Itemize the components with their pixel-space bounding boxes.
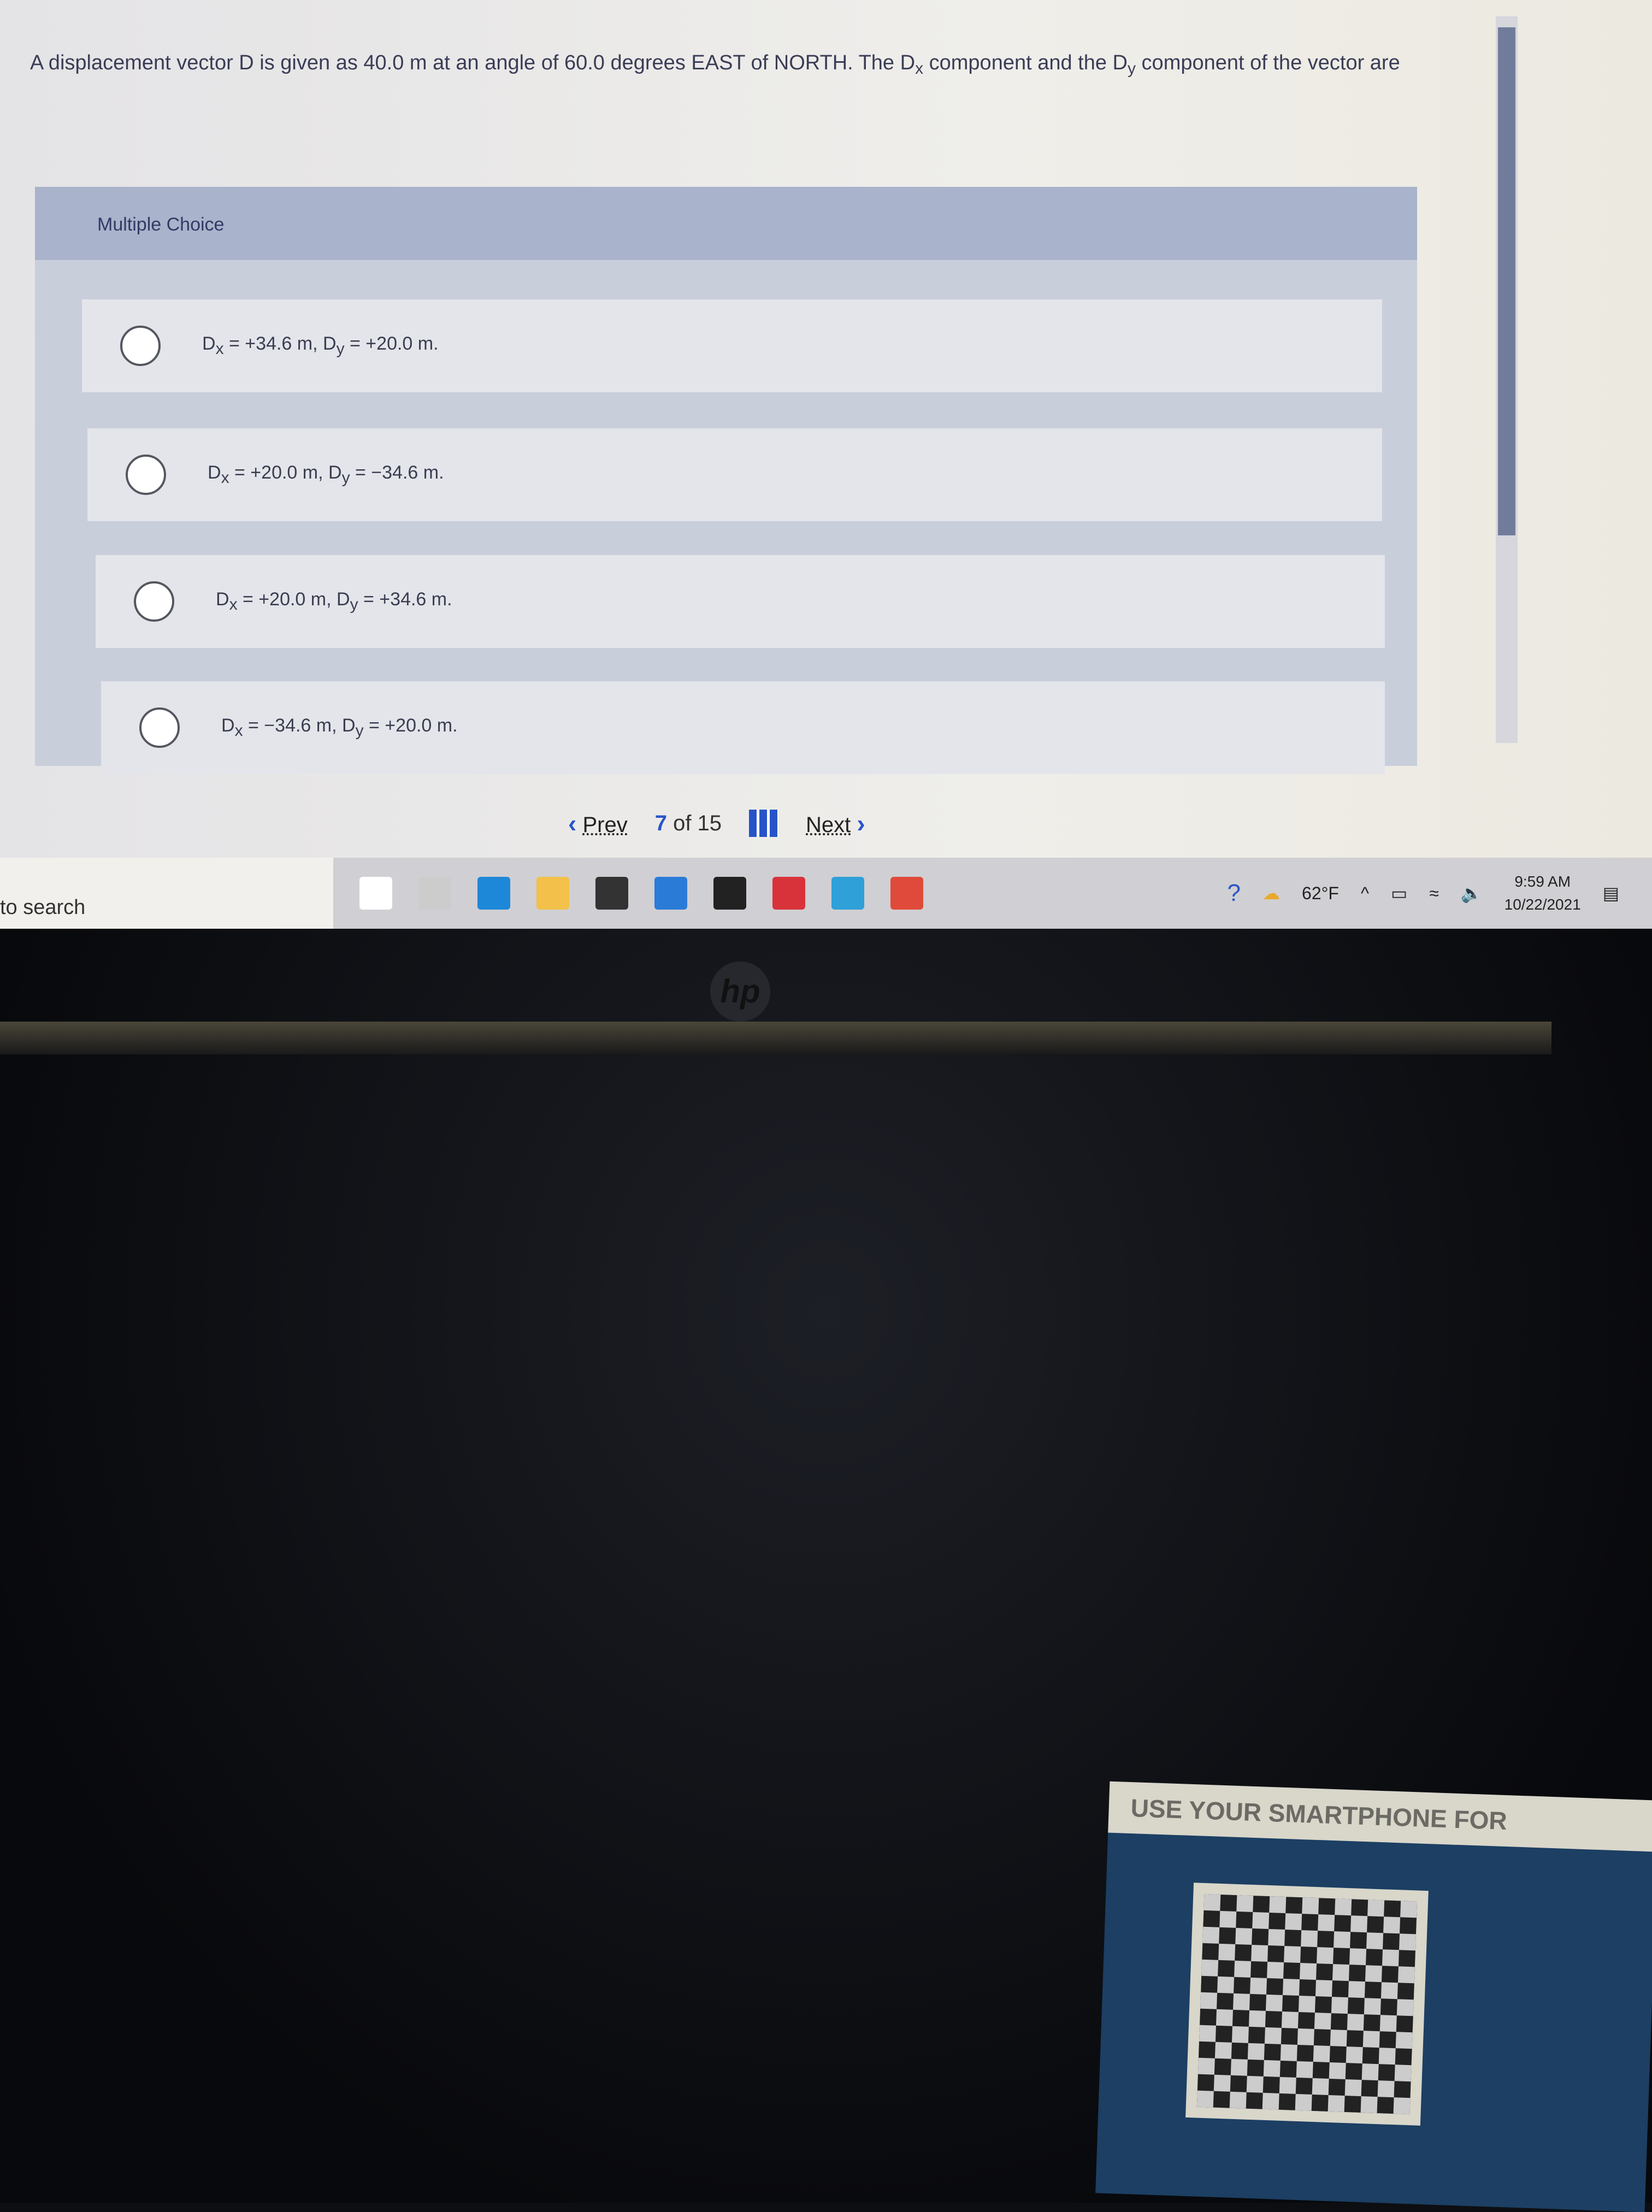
laptop-hinge: [0, 1022, 1551, 1054]
weather-temp[interactable]: 62°F: [1302, 883, 1339, 904]
app-icon[interactable]: [772, 877, 805, 910]
chevron-left-icon: ‹: [568, 809, 577, 837]
task-view-icon[interactable]: [418, 877, 451, 910]
wifi-icon[interactable]: ≈: [1429, 883, 1439, 904]
option-text: Dx = +20.0 m, Dy = −34.6 m.: [208, 462, 444, 487]
answer-option[interactable]: Dx = +20.0 m, Dy = +34.6 m.: [96, 555, 1385, 648]
qr-code: [1185, 1883, 1429, 2126]
page-indicator: 7 of 15: [654, 811, 722, 835]
answer-option[interactable]: Dx = −34.6 m, Dy = +20.0 m.: [101, 681, 1385, 774]
ie-icon[interactable]: [831, 877, 864, 910]
answer-option[interactable]: Dx = +34.6 m, Dy = +20.0 m.: [82, 299, 1382, 392]
answer-option[interactable]: Dx = +20.0 m, Dy = −34.6 m.: [87, 428, 1382, 521]
radio-button[interactable]: [126, 455, 166, 495]
scrollbar-thumb[interactable]: [1498, 27, 1515, 535]
taskbar-search[interactable]: to search: [0, 858, 333, 929]
chrome-icon[interactable]: [890, 877, 923, 910]
pagination: ‹ Prev 7 of 15 Next ›: [568, 809, 865, 838]
option-text: Dx = +34.6 m, Dy = +20.0 m.: [202, 333, 439, 358]
radio-button[interactable]: [120, 326, 161, 366]
chevron-right-icon: ›: [857, 809, 865, 837]
browser-screen: A displacement vector D is given as 40.0…: [0, 0, 1652, 929]
help-icon[interactable]: ?: [1228, 880, 1241, 907]
taskbar: to search ? ☁ 62°F ^ ▭ ≈ 🔈 9:59 AM 10/22/…: [0, 858, 1652, 929]
system-tray: ? ☁ 62°F ^ ▭ ≈ 🔈 9:59 AM 10/22/2021 ▤: [1228, 870, 1652, 916]
scrollbar[interactable]: [1496, 16, 1518, 743]
battery-icon[interactable]: ▭: [1391, 883, 1407, 904]
grid-icon[interactable]: [749, 810, 779, 837]
question-text: A displacement vector D is given as 40.0…: [30, 51, 1400, 78]
mail-icon[interactable]: [654, 877, 687, 910]
option-text: Dx = +20.0 m, Dy = +34.6 m.: [216, 589, 452, 614]
option-text: Dx = −34.6 m, Dy = +20.0 m.: [221, 715, 458, 740]
file-explorer-icon[interactable]: [536, 877, 569, 910]
weather-icon[interactable]: ☁: [1262, 883, 1280, 904]
prev-button[interactable]: ‹ Prev: [568, 809, 628, 838]
hp-logo: hp: [710, 962, 770, 1022]
clock[interactable]: 9:59 AM 10/22/2021: [1504, 870, 1581, 916]
edge-icon[interactable]: [477, 877, 510, 910]
next-button[interactable]: Next ›: [806, 809, 865, 838]
cortana-icon[interactable]: [359, 877, 392, 910]
radio-button[interactable]: [134, 581, 174, 622]
chevron-up-icon[interactable]: ^: [1361, 883, 1369, 904]
dropbox-icon[interactable]: [713, 877, 746, 910]
volume-icon[interactable]: 🔈: [1461, 883, 1483, 904]
notification-icon[interactable]: ▤: [1603, 883, 1619, 904]
store-icon[interactable]: [595, 877, 628, 910]
qr-sticker: USE YOUR SMARTPHONE FOR: [1095, 1781, 1652, 2212]
radio-button[interactable]: [139, 707, 180, 748]
panel-title: Multiple Choice: [35, 187, 1417, 260]
